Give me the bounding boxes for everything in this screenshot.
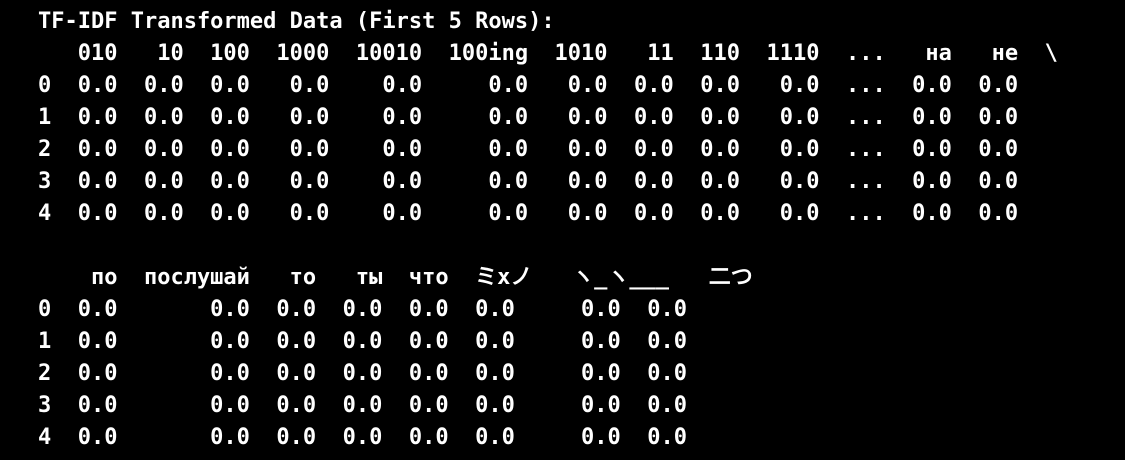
table2-row: 2 0.0 0.0 0.0 0.0 0.0 0.0 0.0 0.0 <box>38 361 688 386</box>
table1-row: 1 0.0 0.0 0.0 0.0 0.0 0.0 0.0 0.0 0.0 0.… <box>38 105 1019 130</box>
table1-header: 010 10 100 1000 10010 100ing 1010 11 110… <box>38 41 1058 66</box>
output-title: TF-IDF Transformed Data (First 5 Rows): <box>38 9 555 34</box>
terminal-output: TF-IDF Transformed Data (First 5 Rows): … <box>38 6 1118 454</box>
table2-header: по послушай то ты что ミxノ ヽ_ヽ___ 二つ <box>38 265 753 290</box>
terminal-window: { "terminal": { "title": "TF-IDF Transfo… <box>0 0 1125 460</box>
table2-row: 1 0.0 0.0 0.0 0.0 0.0 0.0 0.0 0.0 <box>38 329 688 354</box>
table1-row: 2 0.0 0.0 0.0 0.0 0.0 0.0 0.0 0.0 0.0 0.… <box>38 137 1019 162</box>
table1-row: 3 0.0 0.0 0.0 0.0 0.0 0.0 0.0 0.0 0.0 0.… <box>38 169 1019 194</box>
table2-row: 4 0.0 0.0 0.0 0.0 0.0 0.0 0.0 0.0 <box>38 425 688 450</box>
table1-row: 0 0.0 0.0 0.0 0.0 0.0 0.0 0.0 0.0 0.0 0.… <box>38 73 1019 98</box>
table2-row: 0 0.0 0.0 0.0 0.0 0.0 0.0 0.0 0.0 <box>38 297 688 322</box>
table1-row: 4 0.0 0.0 0.0 0.0 0.0 0.0 0.0 0.0 0.0 0.… <box>38 201 1019 226</box>
table2-row: 3 0.0 0.0 0.0 0.0 0.0 0.0 0.0 0.0 <box>38 393 688 418</box>
